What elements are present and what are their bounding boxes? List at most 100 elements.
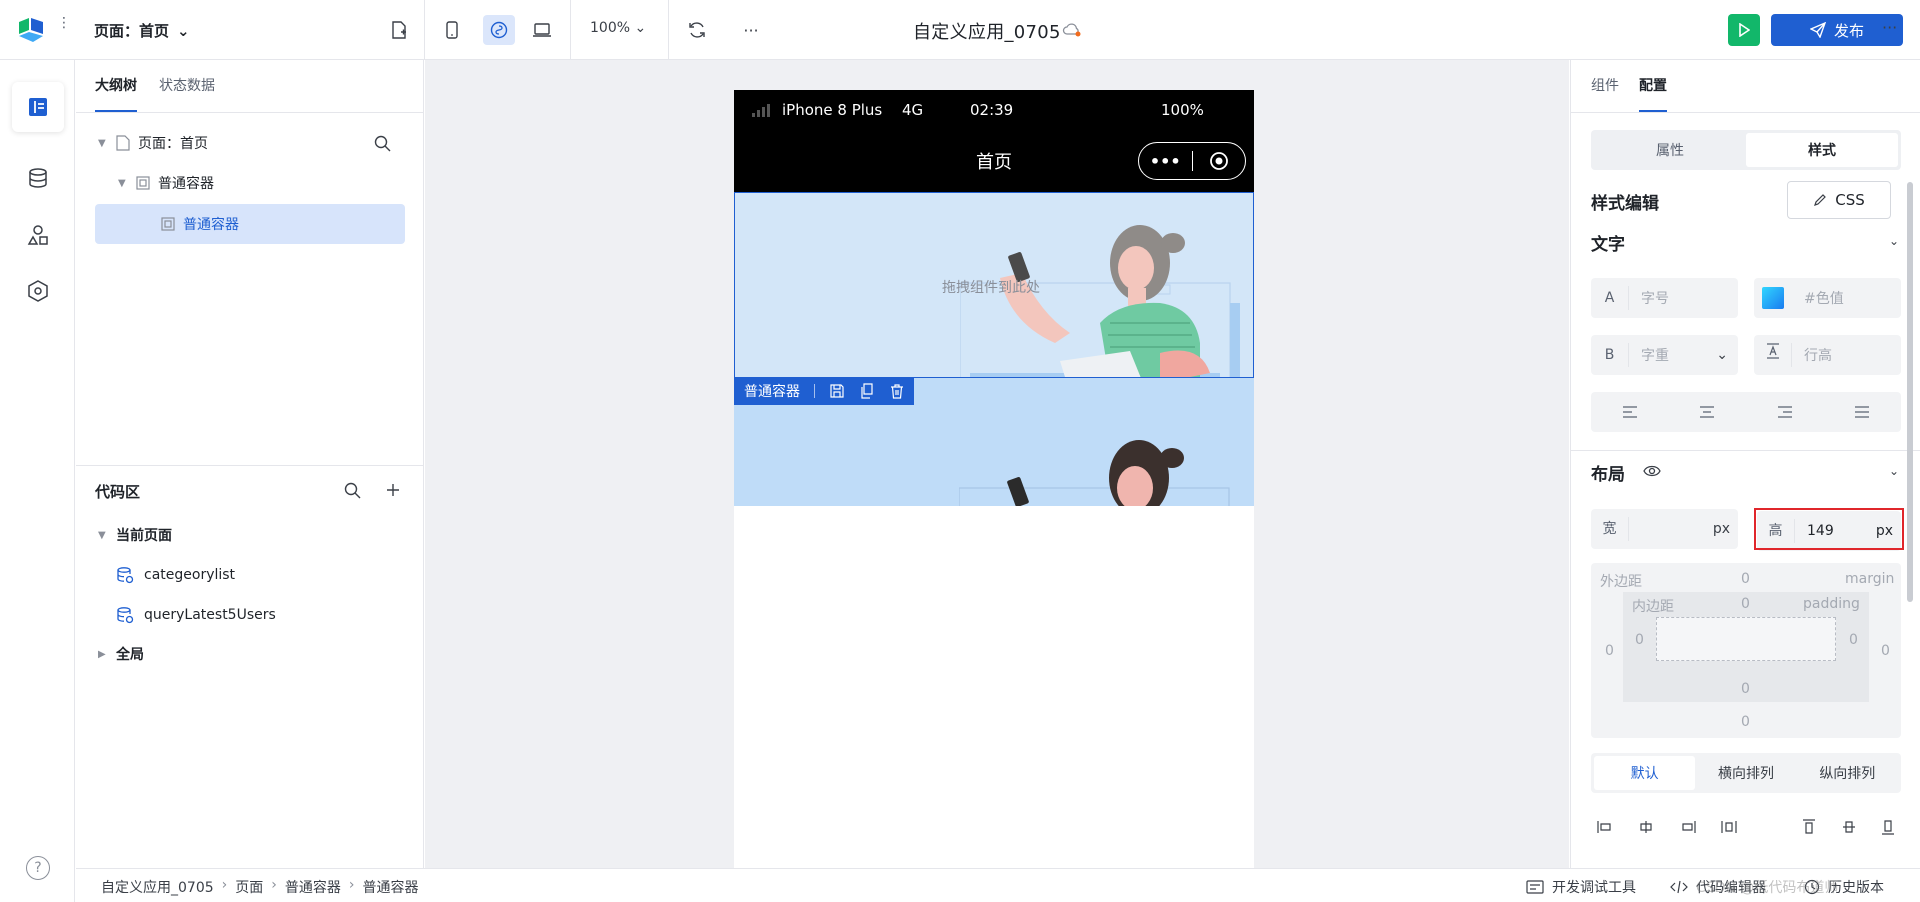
breadcrumb-container[interactable]: 普通容器: [285, 877, 341, 897]
align-center-icon[interactable]: [1669, 392, 1747, 432]
miniprogram-device-icon[interactable]: [483, 15, 515, 45]
caret-right-icon[interactable]: ▶: [98, 649, 116, 660]
space-between-icon[interactable]: [1721, 820, 1737, 834]
layout-default[interactable]: 默认: [1594, 756, 1696, 790]
padding-right[interactable]: 0: [1849, 632, 1858, 648]
breadcrumb-page[interactable]: 页面: [235, 877, 263, 897]
capsule-more-icon[interactable]: •••: [1139, 152, 1192, 171]
panel-scrollbar[interactable]: [1907, 182, 1913, 602]
margin-top[interactable]: 0: [1741, 571, 1750, 587]
miniprogram-capsule[interactable]: •••: [1138, 142, 1246, 180]
padding-bottom[interactable]: 0: [1741, 681, 1750, 697]
capsule-close-icon[interactable]: [1192, 151, 1245, 171]
add-page-icon[interactable]: [386, 17, 412, 43]
chevron-down-icon: ⌄: [177, 22, 190, 40]
search-icon[interactable]: [374, 135, 391, 152]
css-button[interactable]: CSS: [1787, 181, 1891, 219]
settings-icon[interactable]: [12, 266, 64, 316]
save-icon[interactable]: [829, 383, 845, 399]
code-item-querylatest5users[interactable]: queryLatest5Users: [116, 600, 276, 630]
app-logo: [19, 18, 43, 42]
code-group-global[interactable]: ▶ 全局: [98, 639, 144, 669]
padding-top[interactable]: 0: [1741, 596, 1750, 612]
page-selector[interactable]: 页面：首页 ⌄: [94, 20, 190, 41]
chevron-down-icon[interactable]: ⌄: [1889, 234, 1899, 248]
margin-right[interactable]: 0: [1881, 643, 1890, 659]
more-icon[interactable]: ···: [1882, 18, 1897, 37]
layout-vertical[interactable]: 纵向排列: [1797, 756, 1898, 790]
margin-left[interactable]: 0: [1605, 643, 1614, 659]
search-icon[interactable]: [344, 482, 361, 499]
align-top-icon[interactable]: [1802, 819, 1816, 835]
segment-style[interactable]: 样式: [1746, 133, 1898, 167]
align-center-h-icon[interactable]: [1638, 820, 1654, 834]
selection-toolbar: 普通容器: [734, 377, 914, 405]
chevron-down-icon: ⌄: [634, 20, 647, 36]
outline-panel: 大纲树 状态数据 ▼ 页面：首页 ▼ 普通容器 普通容器 代码区 ▼ 当前页面 …: [76, 60, 424, 868]
play-icon: [1739, 23, 1750, 37]
caret-down-icon[interactable]: ▼: [98, 138, 116, 149]
align-justify-icon[interactable]: [1824, 392, 1902, 432]
tab-outline-tree[interactable]: 大纲树: [95, 60, 137, 112]
container-icon: [136, 176, 150, 190]
tree-item-page[interactable]: ▼ 页面：首页: [98, 125, 398, 161]
font-weight-select[interactable]: B 字重 ⌄: [1591, 335, 1738, 375]
code-area-title: 代码区: [95, 483, 141, 501]
line-height-field[interactable]: 行高: [1754, 335, 1901, 375]
margin-bottom[interactable]: 0: [1741, 714, 1750, 730]
phone-nav-bar: 首页 •••: [734, 130, 1254, 192]
tab-state-data[interactable]: 状态数据: [159, 60, 215, 112]
segment-properties[interactable]: 属性: [1594, 133, 1746, 167]
align-end-icon[interactable]: [1680, 820, 1696, 834]
add-icon[interactable]: [386, 483, 400, 497]
code-group-current-page[interactable]: ▼ 当前页面: [98, 520, 172, 550]
phone-preview: iPhone 8 Plus 4G 02:39 100% 首页 ••• 拖拽组件到…: [734, 90, 1254, 868]
align-bottom-icon[interactable]: [1881, 819, 1895, 835]
left-icon-rail: [0, 60, 75, 902]
text-align-group: [1591, 392, 1901, 432]
align-start-icon[interactable]: [1597, 820, 1613, 834]
tree-item-container[interactable]: ▼ 普通容器: [118, 165, 398, 201]
align-right-icon[interactable]: [1746, 392, 1824, 432]
padding-left[interactable]: 0: [1635, 632, 1644, 648]
more-tools-icon[interactable]: ···: [738, 17, 764, 43]
color-swatch[interactable]: [1762, 287, 1784, 309]
tree-item-container-selected[interactable]: 普通容器: [95, 204, 405, 244]
watermark: CSDN @低代码布道师: [1696, 880, 1839, 896]
zoom-select[interactable]: 100% ⌄: [590, 20, 646, 36]
layout-horizontal[interactable]: 横向排列: [1695, 756, 1796, 790]
font-size-field[interactable]: A 字号: [1591, 278, 1738, 318]
run-preview-button[interactable]: [1728, 14, 1760, 46]
caret-down-icon[interactable]: ▼: [98, 530, 116, 541]
canvas-container-selected[interactable]: 拖拽组件到此处: [734, 192, 1254, 378]
empty-illustration: [959, 440, 1230, 506]
code-icon: [1670, 880, 1688, 894]
chevron-down-icon: ⌄: [1716, 347, 1728, 363]
width-field[interactable]: 宽 px: [1591, 509, 1738, 549]
align-left-icon[interactable]: [1591, 392, 1669, 432]
refresh-icon[interactable]: [684, 17, 710, 43]
eye-icon[interactable]: [1643, 464, 1661, 478]
breadcrumb-app[interactable]: 自定义应用_0705: [101, 877, 214, 897]
chevron-right-icon: ›: [348, 877, 355, 893]
outline-nav-icon[interactable]: [12, 82, 64, 132]
app-menu-icon[interactable]: ⋮: [57, 16, 71, 30]
status-time: 02:39: [970, 101, 1014, 119]
caret-down-icon[interactable]: ▼: [118, 178, 136, 189]
dev-tools-button[interactable]: 开发调试工具: [1526, 877, 1636, 897]
database-icon[interactable]: [12, 153, 64, 203]
desktop-device-icon[interactable]: [529, 17, 555, 43]
app-title: 自定义应用_0705: [913, 22, 1061, 43]
components-icon[interactable]: [12, 210, 64, 260]
breadcrumb-container-current[interactable]: 普通容器: [362, 877, 418, 897]
mobile-device-icon[interactable]: [439, 17, 465, 43]
help-icon[interactable]: ?: [26, 856, 50, 880]
code-item-categeorylist[interactable]: categeorylist: [116, 560, 235, 590]
tab-config[interactable]: 配置: [1639, 60, 1667, 112]
tab-components[interactable]: 组件: [1591, 60, 1619, 112]
copy-icon[interactable]: [859, 383, 875, 399]
chevron-down-icon[interactable]: ⌄: [1889, 464, 1899, 478]
align-middle-icon[interactable]: [1842, 819, 1856, 835]
color-field[interactable]: #色值: [1754, 278, 1901, 318]
delete-icon[interactable]: [889, 383, 905, 399]
